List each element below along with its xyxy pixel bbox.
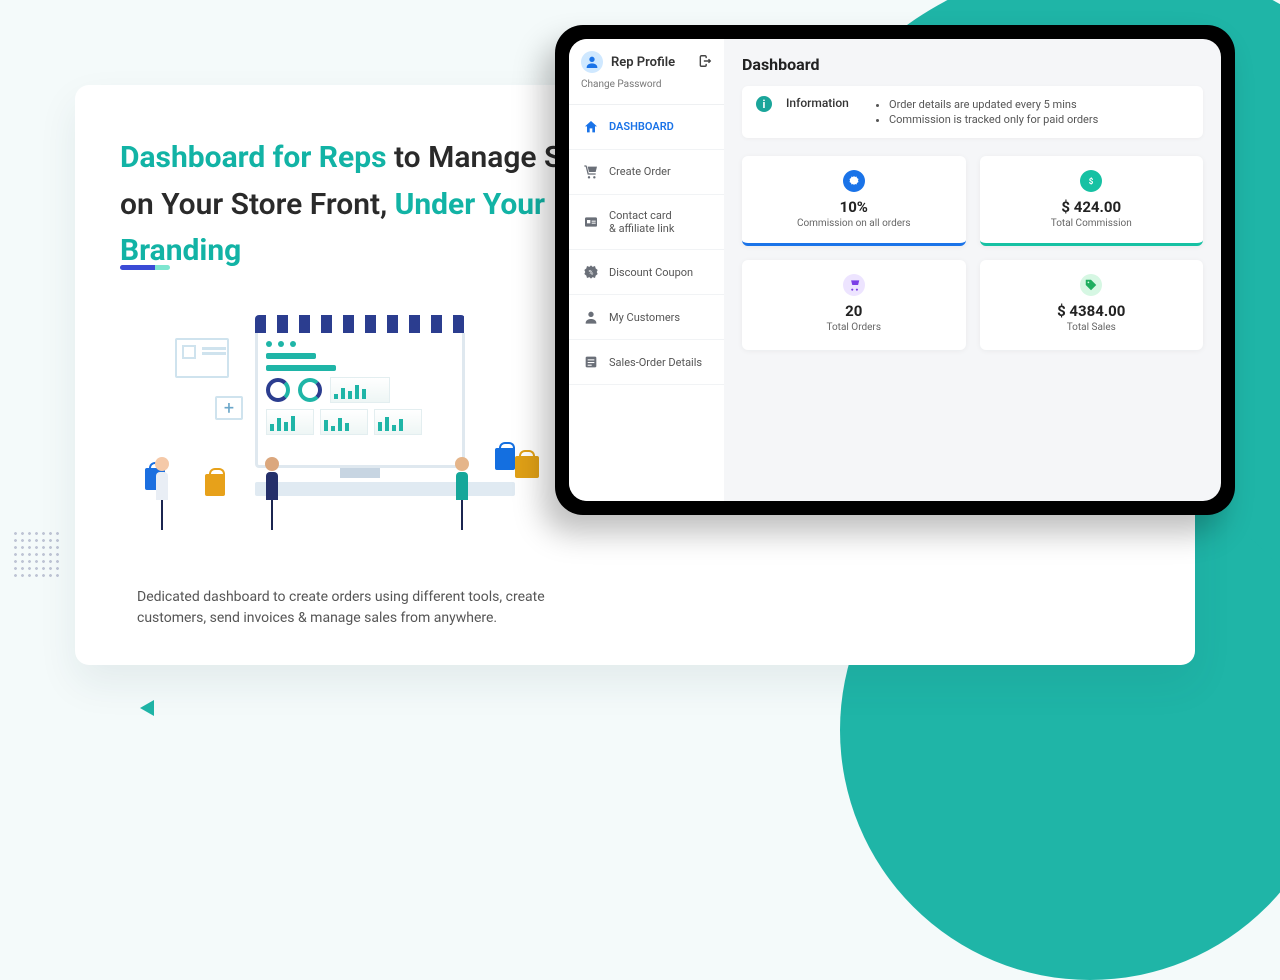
headline-underline <box>120 265 170 270</box>
dots-pattern-left <box>12 530 62 580</box>
cart-icon <box>583 164 599 180</box>
nav-label: My Customers <box>609 311 680 324</box>
card-icon <box>583 214 599 230</box>
floating-plus-icon: + <box>215 396 243 420</box>
nav-label: Contact card & affiliate link <box>609 209 674 235</box>
storefront-illustration: + <box>115 310 575 530</box>
person-icon <box>455 457 469 530</box>
logout-icon[interactable] <box>698 53 712 72</box>
nav-label: DASHBOARD <box>609 120 674 133</box>
triangle-back-icon <box>140 700 154 716</box>
shopping-bag-icon <box>495 448 515 470</box>
coupon-icon: % <box>583 264 599 280</box>
info-item: Commission is tracked only for paid orde… <box>889 113 1098 126</box>
user-icon <box>583 309 599 325</box>
person-icon <box>155 457 169 530</box>
stat-label: Total Commission <box>988 218 1196 229</box>
nav-label: Create Order <box>609 165 671 178</box>
sidebar: Rep Profile Change Password DASHBOARD Cr… <box>569 39 724 501</box>
stat-total-commission: $ $ 424.00 Total Commission <box>980 156 1204 246</box>
stats-grid: 10% Commission on all orders $ $ 424.00 … <box>742 156 1203 350</box>
nav-label: Sales-Order Details <box>609 356 702 369</box>
home-icon <box>583 119 599 135</box>
info-item: Order details are updated every 5 mins <box>889 98 1098 111</box>
info-icon: i <box>756 96 772 112</box>
stat-value: 10% <box>750 198 958 216</box>
page-title: Dashboard <box>742 55 1203 74</box>
floating-card-icon <box>175 338 229 378</box>
headline-highlight-1: Dashboard for Reps <box>120 140 387 175</box>
nav-create-order[interactable]: Create Order <box>569 150 724 195</box>
stat-value: 20 <box>750 302 958 320</box>
orders-cart-icon <box>843 274 865 296</box>
main-content: Dashboard i Information Order details ar… <box>724 39 1221 501</box>
badge-percent-icon <box>843 170 865 192</box>
nav-my-customers[interactable]: My Customers <box>569 295 724 340</box>
stat-value: $ 4384.00 <box>988 302 1196 320</box>
nav-label: Discount Coupon <box>609 266 693 279</box>
info-label: Information <box>786 96 861 110</box>
list-icon <box>583 354 599 370</box>
tag-icon <box>1080 274 1102 296</box>
stat-total-sales: $ 4384.00 Total Sales <box>980 260 1204 350</box>
promo-description: Dedicated dashboard to create orders usi… <box>137 587 557 630</box>
svg-text:$: $ <box>1089 177 1094 186</box>
sidebar-nav: DASHBOARD Create Order Contact card & af… <box>569 104 724 385</box>
nav-sales-order-details[interactable]: Sales-Order Details <box>569 340 724 385</box>
change-password-link[interactable]: Change Password <box>581 79 712 90</box>
nav-contact-card[interactable]: Contact card & affiliate link <box>569 195 724 250</box>
person-icon <box>265 457 279 530</box>
shopping-bag-icon <box>515 456 539 478</box>
profile-block: Rep Profile Change Password <box>569 39 724 96</box>
stat-label: Commission on all orders <box>750 218 958 229</box>
nav-discount-coupon[interactable]: % Discount Coupon <box>569 250 724 295</box>
headline: Dashboard for Reps to Manage Sales on Yo… <box>120 135 620 275</box>
stat-value: $ 424.00 <box>988 198 1196 216</box>
dollar-icon: $ <box>1080 170 1102 192</box>
profile-name: Rep Profile <box>611 55 690 70</box>
stat-commission-rate: 10% Commission on all orders <box>742 156 966 246</box>
stat-label: Total Orders <box>750 322 958 333</box>
nav-dashboard[interactable]: DASHBOARD <box>569 105 724 150</box>
svg-text:%: % <box>589 269 594 277</box>
info-list: Order details are updated every 5 mins C… <box>875 96 1098 128</box>
shopping-bag-icon <box>205 474 225 496</box>
information-panel: i Information Order details are updated … <box>742 86 1203 138</box>
tablet-frame: Rep Profile Change Password DASHBOARD Cr… <box>555 25 1235 515</box>
avatar-icon <box>581 51 603 73</box>
stat-total-orders: 20 Total Orders <box>742 260 966 350</box>
stat-label: Total Sales <box>988 322 1196 333</box>
